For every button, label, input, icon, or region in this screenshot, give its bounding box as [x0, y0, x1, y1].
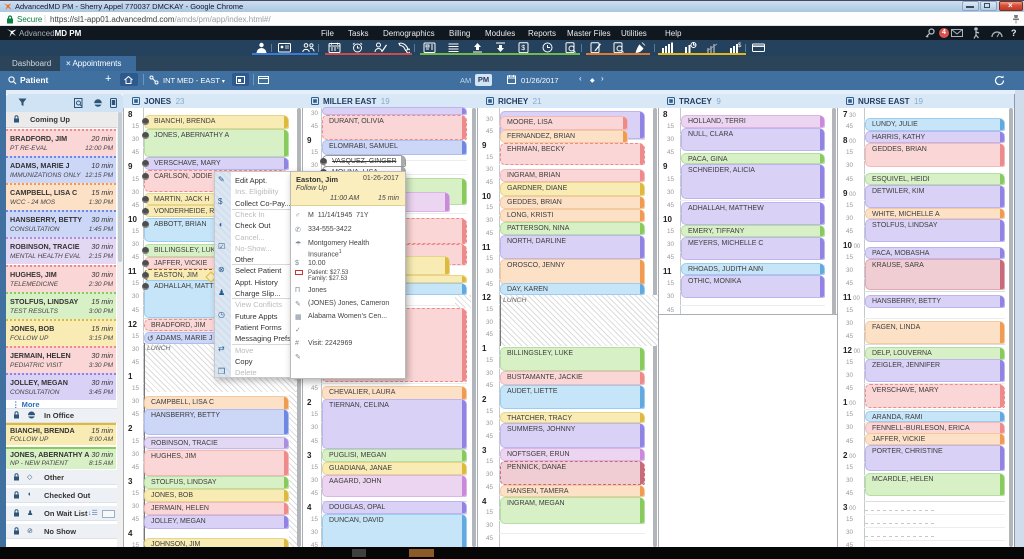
svg-text:$: $: [738, 43, 742, 49]
svg-text:$: $: [521, 45, 525, 52]
